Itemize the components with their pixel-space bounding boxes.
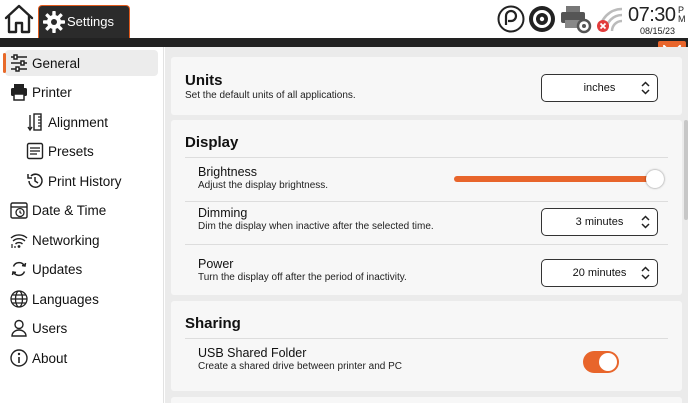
dimming-title: Dimming xyxy=(198,206,248,220)
clock: 07:30 PM 08/15/23 xyxy=(628,4,688,36)
power-description: Turn the display off after the period of… xyxy=(198,272,407,283)
sidebar: General Printer Alignment Presets Print … xyxy=(0,47,164,403)
power-title: Power xyxy=(198,257,234,271)
phone-status-icon xyxy=(497,5,525,33)
network-icon xyxy=(10,234,28,248)
chevron-updown-icon xyxy=(641,81,650,95)
sidebar-item-print-history[interactable]: Print History xyxy=(21,168,158,194)
usb-shared-folder-description: Create a shared drive between printer an… xyxy=(198,361,403,372)
usb-shared-folder-toggle[interactable] xyxy=(583,351,619,373)
chevron-updown-icon xyxy=(641,266,650,280)
divider xyxy=(185,244,668,245)
printer-settings-icon xyxy=(561,6,592,34)
gear-icon xyxy=(43,11,65,33)
brightness-description: Adjust the display brightness. xyxy=(198,180,329,191)
sidebar-item-label: Print History xyxy=(48,173,122,189)
wifi-disconnected-icon xyxy=(597,7,623,32)
disc-status-icon xyxy=(529,6,555,32)
display-title: Display xyxy=(185,134,239,151)
wifi-status[interactable] xyxy=(596,5,626,33)
divider xyxy=(185,157,668,158)
next-card xyxy=(171,397,682,403)
clock-ampm-bottom: M xyxy=(678,14,686,24)
units-description: Set the default units of all application… xyxy=(185,90,356,101)
dimming-select-value: 3 minutes xyxy=(575,216,624,228)
scrollbar[interactable] xyxy=(684,120,688,220)
history-icon xyxy=(27,173,43,188)
info-icon xyxy=(10,349,28,367)
brightness-title: Brightness xyxy=(198,165,258,179)
dimming-select[interactable]: 3 minutes xyxy=(541,208,658,236)
disc-status[interactable] xyxy=(528,5,556,33)
units-select-value: inches xyxy=(583,82,616,94)
power-select[interactable]: 20 minutes xyxy=(541,259,658,287)
sidebar-item-date-time[interactable]: Date & Time xyxy=(5,197,158,223)
brightness-slider-handle[interactable] xyxy=(646,170,664,188)
chevron-updown-icon xyxy=(641,215,650,229)
sidebar-item-label: Printer xyxy=(32,84,72,100)
home-button[interactable] xyxy=(3,3,35,35)
sidebar-item-updates[interactable]: Updates xyxy=(5,256,158,282)
sidebar-item-label: Presets xyxy=(48,143,94,159)
clock-ampm: PM xyxy=(678,6,686,24)
phone-status[interactable] xyxy=(497,5,525,33)
sharing-card: Sharing USB Shared Folder Create a share… xyxy=(171,301,682,391)
printer-status[interactable] xyxy=(559,4,593,34)
sidebar-item-label: Languages xyxy=(32,291,99,307)
sidebar-item-label: General xyxy=(32,55,81,71)
sliders-icon xyxy=(11,54,27,72)
sidebar-item-alignment[interactable]: Alignment xyxy=(21,109,158,135)
sidebar-item-printer[interactable]: Printer xyxy=(5,79,158,105)
sidebar-item-label: Networking xyxy=(32,232,100,248)
units-card: Units Set the default units of all appli… xyxy=(171,57,682,115)
divider xyxy=(185,201,668,202)
units-select[interactable]: inches xyxy=(541,74,658,102)
sidebar-item-general[interactable]: General xyxy=(3,50,158,76)
user-icon xyxy=(11,319,27,337)
sidebar-item-label: Date & Time xyxy=(32,202,107,218)
dimming-description: Dim the display when inactive after the … xyxy=(198,221,434,232)
home-icon xyxy=(4,4,34,34)
tab-settings-label: Settings xyxy=(67,14,114,29)
alignment-icon xyxy=(27,113,42,132)
clock-date: 08/15/23 xyxy=(640,26,676,36)
usb-shared-folder-title: USB Shared Folder xyxy=(198,346,307,360)
sidebar-item-label: About xyxy=(32,350,68,366)
calendar-clock-icon xyxy=(10,202,28,219)
presets-icon xyxy=(26,142,44,160)
sidebar-item-users[interactable]: Users xyxy=(5,315,158,341)
sidebar-item-networking[interactable]: Networking xyxy=(5,227,158,253)
sidebar-item-about[interactable]: About xyxy=(5,345,158,371)
sidebar-item-label: Alignment xyxy=(48,114,109,130)
toggle-knob xyxy=(599,353,617,371)
top-bar: Settings 07:30 P M 08/15/23 xyxy=(0,0,688,38)
settings-content: Units Set the default units of all appli… xyxy=(165,47,688,403)
sidebar-item-label: Updates xyxy=(32,261,83,277)
sharing-title: Sharing xyxy=(185,315,241,332)
printer-icon xyxy=(11,84,27,101)
header-divider xyxy=(0,38,688,47)
clock-time: 07:30 xyxy=(628,4,676,26)
power-select-value: 20 minutes xyxy=(572,267,627,279)
sidebar-item-label: Users xyxy=(32,320,68,336)
divider xyxy=(185,338,668,339)
updates-icon xyxy=(11,261,27,277)
brightness-slider[interactable] xyxy=(454,176,655,182)
globe-icon xyxy=(10,290,28,308)
units-title: Units xyxy=(185,72,223,89)
sidebar-item-languages[interactable]: Languages xyxy=(5,286,158,312)
sidebar-item-presets[interactable]: Presets xyxy=(21,138,158,164)
tab-settings[interactable]: Settings xyxy=(38,5,130,38)
display-card: Display Brightness Adjust the display br… xyxy=(171,120,682,295)
